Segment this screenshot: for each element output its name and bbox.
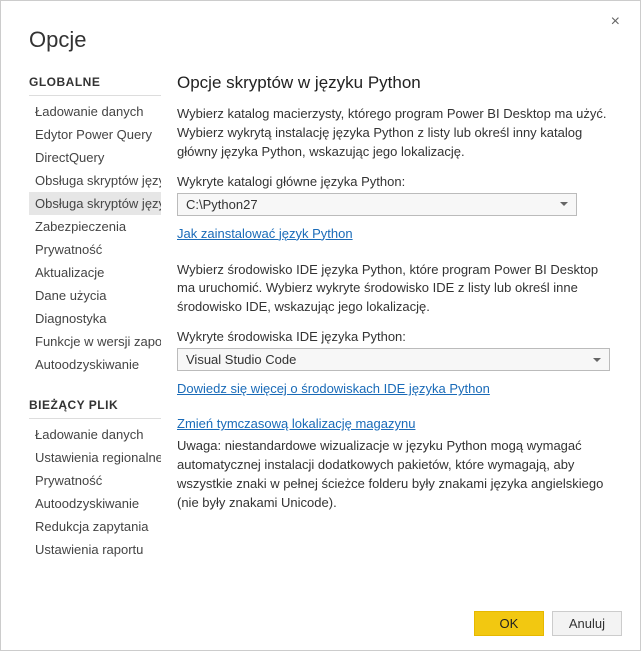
sidebar-item-global[interactable]: Prywatność (29, 238, 161, 261)
sidebar-item-global[interactable]: Ładowanie danych (29, 100, 161, 123)
python-ide-dropdown[interactable]: Visual Studio Code (177, 348, 610, 371)
main-panel: Opcje skryptów w języku Python Wybierz k… (161, 69, 640, 599)
ide-learn-more-link[interactable]: Dowiedz się więcej o środowiskach IDE ję… (177, 381, 490, 396)
sidebar-item-global[interactable]: Obsługa skryptów języka Python (29, 192, 161, 215)
install-python-link[interactable]: Jak zainstalować język Python (177, 226, 353, 241)
dialog-content: GLOBALNE Ładowanie danychEdytor Power Qu… (1, 69, 640, 599)
sidebar-item-file[interactable]: Redukcja zapytania (29, 515, 161, 538)
python-ide-label: Wykryte środowiska IDE języka Python: (177, 329, 610, 344)
ide-intro-text: Wybierz środowisko IDE języka Python, kt… (177, 261, 610, 318)
sidebar-item-global[interactable]: Edytor Power Query (29, 123, 161, 146)
sidebar-item-global[interactable]: DirectQuery (29, 146, 161, 169)
sidebar-header-file: BIEŻĄCY PLIK (29, 398, 161, 419)
sidebar-item-global[interactable]: Zabezpieczenia (29, 215, 161, 238)
sidebar-item-file[interactable]: Ustawienia regionalne (29, 446, 161, 469)
sidebar-item-file[interactable]: Prywatność (29, 469, 161, 492)
sidebar-item-global[interactable]: Diagnostyka (29, 307, 161, 330)
sidebar-item-file[interactable]: Ustawienia raportu (29, 538, 161, 561)
main-heading: Opcje skryptów w języku Python (177, 73, 610, 93)
sidebar-item-file[interactable]: Ładowanie danych (29, 423, 161, 446)
dialog-footer: OK Anuluj (474, 611, 622, 636)
close-icon[interactable]: × (603, 9, 628, 35)
sidebar-item-global[interactable]: Aktualizacje (29, 261, 161, 284)
sidebar-header-global: GLOBALNE (29, 75, 161, 96)
ok-button[interactable]: OK (474, 611, 544, 636)
python-home-dropdown[interactable]: C:\Python27 (177, 193, 577, 216)
intro-text: Wybierz katalog macierzysty, którego pro… (177, 105, 610, 162)
sidebar-item-global[interactable]: Dane użycia (29, 284, 161, 307)
python-home-label: Wykryte katalogi główne języka Python: (177, 174, 610, 189)
sidebar-item-file[interactable]: Autoodzyskiwanie (29, 492, 161, 515)
sidebar-item-global[interactable]: Autoodzyskiwanie (29, 353, 161, 376)
sidebar-item-global[interactable]: Obsługa skryptów języka R (29, 169, 161, 192)
dialog-title: Opcje (1, 1, 640, 69)
temp-storage-link[interactable]: Zmień tymczasową lokalizację magazynu (177, 416, 415, 431)
sidebar: GLOBALNE Ładowanie danychEdytor Power Qu… (1, 69, 161, 599)
python-home-value: C:\Python27 (186, 197, 258, 212)
warning-text: Uwaga: niestandardowe wizualizacje w jęz… (177, 437, 610, 512)
sidebar-item-global[interactable]: Funkcje w wersji zapoznawczej (29, 330, 161, 353)
cancel-button[interactable]: Anuluj (552, 611, 622, 636)
python-ide-value: Visual Studio Code (186, 352, 296, 367)
